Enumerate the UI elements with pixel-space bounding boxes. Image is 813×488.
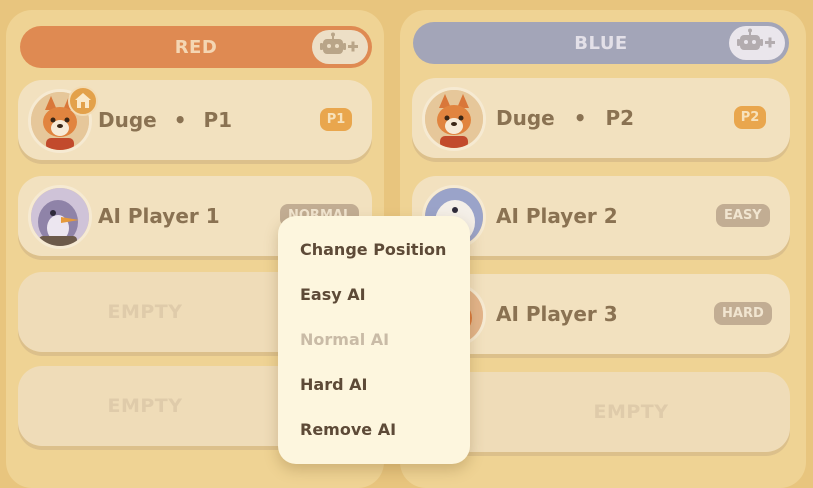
player-name: AI Player 2: [496, 204, 618, 228]
home-icon: [68, 86, 98, 116]
red-add-ai-button[interactable]: [312, 30, 368, 64]
difficulty-badge: HARD: [714, 302, 772, 325]
menu-item-hard-ai[interactable]: Hard AI: [300, 369, 367, 401]
red-team-header: RED: [20, 26, 372, 68]
blue-add-ai-button[interactable]: [729, 26, 785, 60]
menu-item-change-position[interactable]: Change Position: [300, 234, 446, 266]
menu-item-easy-ai[interactable]: Easy AI: [300, 279, 366, 311]
add-robot-icon: [737, 28, 777, 59]
red-slot-1[interactable]: Duge • P1 P1: [18, 80, 372, 160]
player-name: Duge: [98, 108, 157, 132]
name-separator: •: [173, 108, 187, 132]
corgi-avatar: [422, 87, 486, 151]
name-separator: •: [573, 106, 587, 130]
player-name: Duge: [496, 106, 555, 130]
player-number: P2: [605, 106, 635, 130]
empty-slot-label: EMPTY: [593, 401, 669, 423]
menu-item-normal-ai: Normal AI: [300, 330, 390, 349]
player-name: AI Player 1: [98, 204, 220, 228]
difficulty-badge: EASY: [716, 204, 770, 227]
empty-slot-label: EMPTY: [107, 395, 183, 417]
empty-slot-label: EMPTY: [107, 301, 183, 323]
player-badge: P2: [734, 106, 766, 129]
ai-options-menu: Change Position Easy AI Normal AI Hard A…: [278, 216, 470, 464]
penguin-avatar: [28, 185, 92, 249]
blue-team-header: BLUE: [413, 22, 789, 64]
player-badge: P1: [320, 108, 352, 131]
player-name-label: Duge • P1: [98, 80, 232, 160]
player-name-label: Duge • P2: [496, 78, 634, 158]
red-team-title: RED: [174, 36, 218, 58]
blue-team-title: BLUE: [574, 32, 628, 54]
add-robot-icon: [320, 32, 360, 63]
blue-slot-1[interactable]: Duge • P2 P2: [412, 78, 790, 158]
player-number: P1: [203, 108, 233, 132]
menu-item-remove-ai[interactable]: Remove AI: [300, 414, 396, 446]
player-name: AI Player 3: [496, 302, 618, 326]
